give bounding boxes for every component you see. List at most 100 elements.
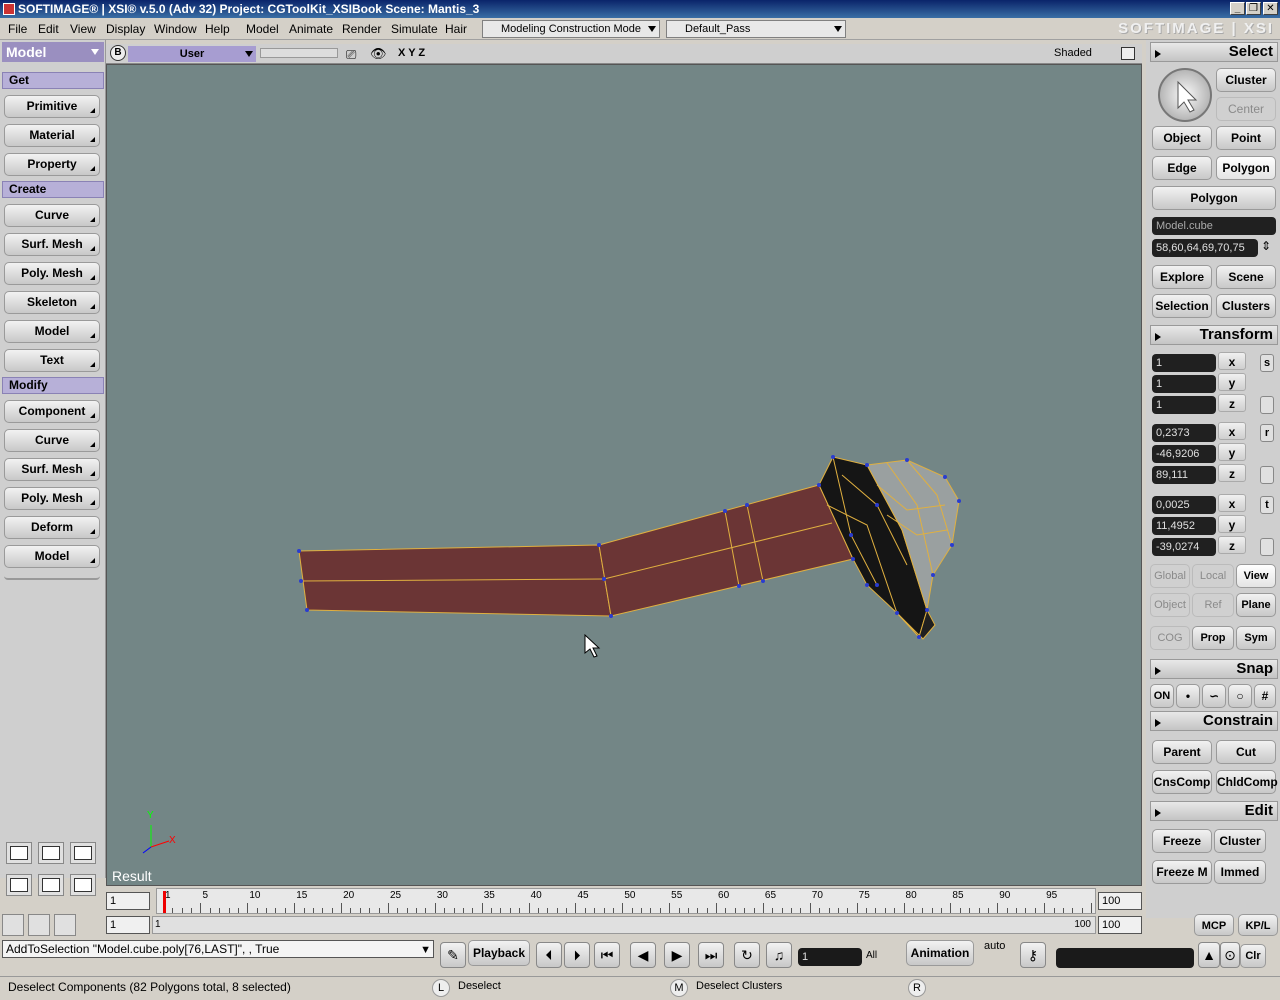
scale-lock-icon[interactable]	[1260, 396, 1274, 414]
module-select[interactable]: Model	[2, 42, 104, 62]
next-key-icon[interactable]: ⏵	[564, 942, 590, 968]
current-frame-field[interactable]: 1	[798, 948, 862, 966]
menu-view[interactable]: View	[70, 22, 96, 36]
modify-deform-button[interactable]: Deform	[4, 516, 100, 539]
key-status-field[interactable]	[1056, 948, 1194, 968]
scale-z-axis[interactable]: z	[1218, 394, 1246, 412]
translate-t-icon[interactable]: t	[1260, 496, 1274, 514]
menu-display[interactable]: Display	[106, 22, 145, 36]
scale-z-field[interactable]: 1	[1152, 396, 1216, 414]
material-button[interactable]: Material	[4, 124, 100, 147]
audio-icon[interactable]: ♫	[766, 942, 792, 968]
property-button[interactable]: Property	[4, 153, 100, 176]
select-point-button[interactable]: Point	[1216, 126, 1276, 150]
local-button[interactable]: Local	[1192, 564, 1234, 588]
cog-button[interactable]: COG	[1150, 626, 1190, 650]
menu-edit[interactable]: Edit	[38, 22, 59, 36]
scroll-updown-icon[interactable]: ⇕	[1261, 239, 1271, 253]
modify-poly-mesh-button[interactable]: Poly. Mesh	[4, 487, 100, 510]
transform-panel-header[interactable]: Transform	[1150, 325, 1278, 345]
select-edge-button[interactable]: Edge	[1152, 156, 1212, 180]
translate-lock-icon[interactable]	[1260, 538, 1274, 556]
select-cluster-button[interactable]: Cluster	[1216, 68, 1276, 92]
snap-panel-header[interactable]: Snap	[1150, 659, 1278, 679]
eye-icon[interactable]: 👁	[370, 46, 387, 62]
selection-name-field[interactable]: Model.cube	[1152, 217, 1276, 235]
select-object-button[interactable]: Object	[1152, 126, 1212, 150]
auto-key-toggle[interactable]: auto	[984, 940, 1005, 952]
create-poly-mesh-button[interactable]: Poly. Mesh	[4, 262, 100, 285]
tools-icon[interactable]	[2, 914, 24, 936]
snap-surface-icon[interactable]: ○	[1228, 684, 1252, 708]
create-text-button[interactable]: Text	[4, 349, 100, 372]
kpl-button[interactable]: KP/L	[1238, 914, 1278, 936]
close-button[interactable]: ✕	[1263, 2, 1278, 15]
range-slider[interactable]: 1 100	[152, 916, 1096, 934]
section-create[interactable]: Create	[2, 181, 104, 198]
script-editor-icon[interactable]: ✎	[440, 942, 466, 968]
range-end-field[interactable]: 100	[1098, 916, 1142, 934]
menu-render[interactable]: Render	[342, 22, 381, 36]
scale-s-icon[interactable]: s	[1260, 354, 1274, 372]
translate-y-axis[interactable]: y	[1218, 515, 1246, 533]
modify-curve-button[interactable]: Curve	[4, 429, 100, 452]
parent-button[interactable]: Parent	[1152, 740, 1212, 764]
layout-column-view-icon[interactable]	[38, 874, 64, 896]
scale-y-field[interactable]: 1	[1152, 375, 1216, 393]
primitive-button[interactable]: Primitive	[4, 95, 100, 118]
scale-y-axis[interactable]: y	[1218, 373, 1246, 391]
snap-curve-icon[interactable]: ∽	[1202, 684, 1226, 708]
layout-split-view-icon[interactable]	[38, 842, 64, 864]
first-frame-icon[interactable]: ⏮	[594, 942, 620, 968]
scene-button[interactable]: Scene	[1216, 265, 1276, 289]
sym-button[interactable]: Sym	[1236, 626, 1276, 650]
freeze-m-button[interactable]: Freeze M	[1152, 860, 1212, 884]
translate-z-axis[interactable]: z	[1218, 536, 1246, 554]
shading-mode-select[interactable]: Shaded	[1054, 47, 1092, 59]
cnscomp-button[interactable]: CnsComp	[1152, 770, 1212, 794]
clear-key-button[interactable]: Clr	[1240, 944, 1266, 968]
construction-mode-select[interactable]: Modeling Construction Mode	[482, 20, 660, 38]
snap-grid-icon[interactable]: #	[1254, 684, 1276, 708]
explore-button[interactable]: Explore	[1152, 265, 1212, 289]
timeline-start-field[interactable]: 1	[106, 892, 150, 910]
all-toggle[interactable]: All	[866, 950, 877, 961]
menu-simulate[interactable]: Simulate	[391, 22, 438, 36]
3d-viewport[interactable]: Y X Result	[106, 64, 1142, 886]
camera-select[interactable]: User	[128, 46, 256, 62]
selection-button[interactable]: Selection	[1152, 294, 1212, 318]
rotate-z-field[interactable]: 89,111	[1152, 466, 1216, 484]
rotate-x-field[interactable]: 0,2373	[1152, 424, 1216, 442]
create-model-button[interactable]: Model	[4, 320, 100, 343]
select-center-button[interactable]: Center	[1216, 97, 1276, 121]
snap-on-toggle[interactable]: ON	[1150, 684, 1174, 708]
create-skeleton-button[interactable]: Skeleton	[4, 291, 100, 314]
key-up-icon[interactable]: ▲	[1198, 942, 1220, 968]
palette-icon[interactable]	[54, 914, 76, 936]
camera-icon[interactable]: ⎚	[346, 47, 356, 63]
timeline-ruler[interactable]: 1 5 10 15 20 25 30 35 40 45 50 55 60 65 70 75 80 85 90 95	[156, 888, 1096, 914]
translate-y-field[interactable]: 11,4952	[1152, 517, 1216, 535]
section-modify[interactable]: Modify	[2, 377, 104, 394]
scale-x-axis[interactable]: x	[1218, 352, 1246, 370]
minimize-button[interactable]: _	[1230, 2, 1245, 15]
rotate-z-axis[interactable]: z	[1218, 464, 1246, 482]
prev-key-icon[interactable]: ⏴	[536, 942, 562, 968]
layout-top-view-icon[interactable]	[6, 874, 32, 896]
timeline-end-field[interactable]: 100	[1098, 892, 1142, 910]
playback-button[interactable]: Playback	[468, 940, 530, 966]
edit-cluster-button[interactable]: Cluster	[1214, 829, 1266, 853]
menu-file[interactable]: File	[8, 22, 27, 36]
maximize-viewport-icon[interactable]	[1121, 47, 1135, 60]
rotate-x-axis[interactable]: x	[1218, 422, 1246, 440]
pass-select[interactable]: Default_Pass	[666, 20, 846, 38]
section-get[interactable]: Get	[2, 72, 104, 89]
cut-button[interactable]: Cut	[1216, 740, 1276, 764]
key-icon[interactable]: ⚷	[1020, 942, 1046, 968]
global-button[interactable]: Global	[1150, 564, 1190, 588]
command-line-field[interactable]: AddToSelection "Model.cube.poly[76,LAST]…	[2, 940, 434, 958]
scale-x-field[interactable]: 1	[1152, 354, 1216, 372]
object-ref-button[interactable]: Object	[1150, 593, 1190, 617]
ref-button[interactable]: Ref	[1192, 593, 1234, 617]
constrain-panel-header[interactable]: Constrain	[1150, 711, 1278, 731]
